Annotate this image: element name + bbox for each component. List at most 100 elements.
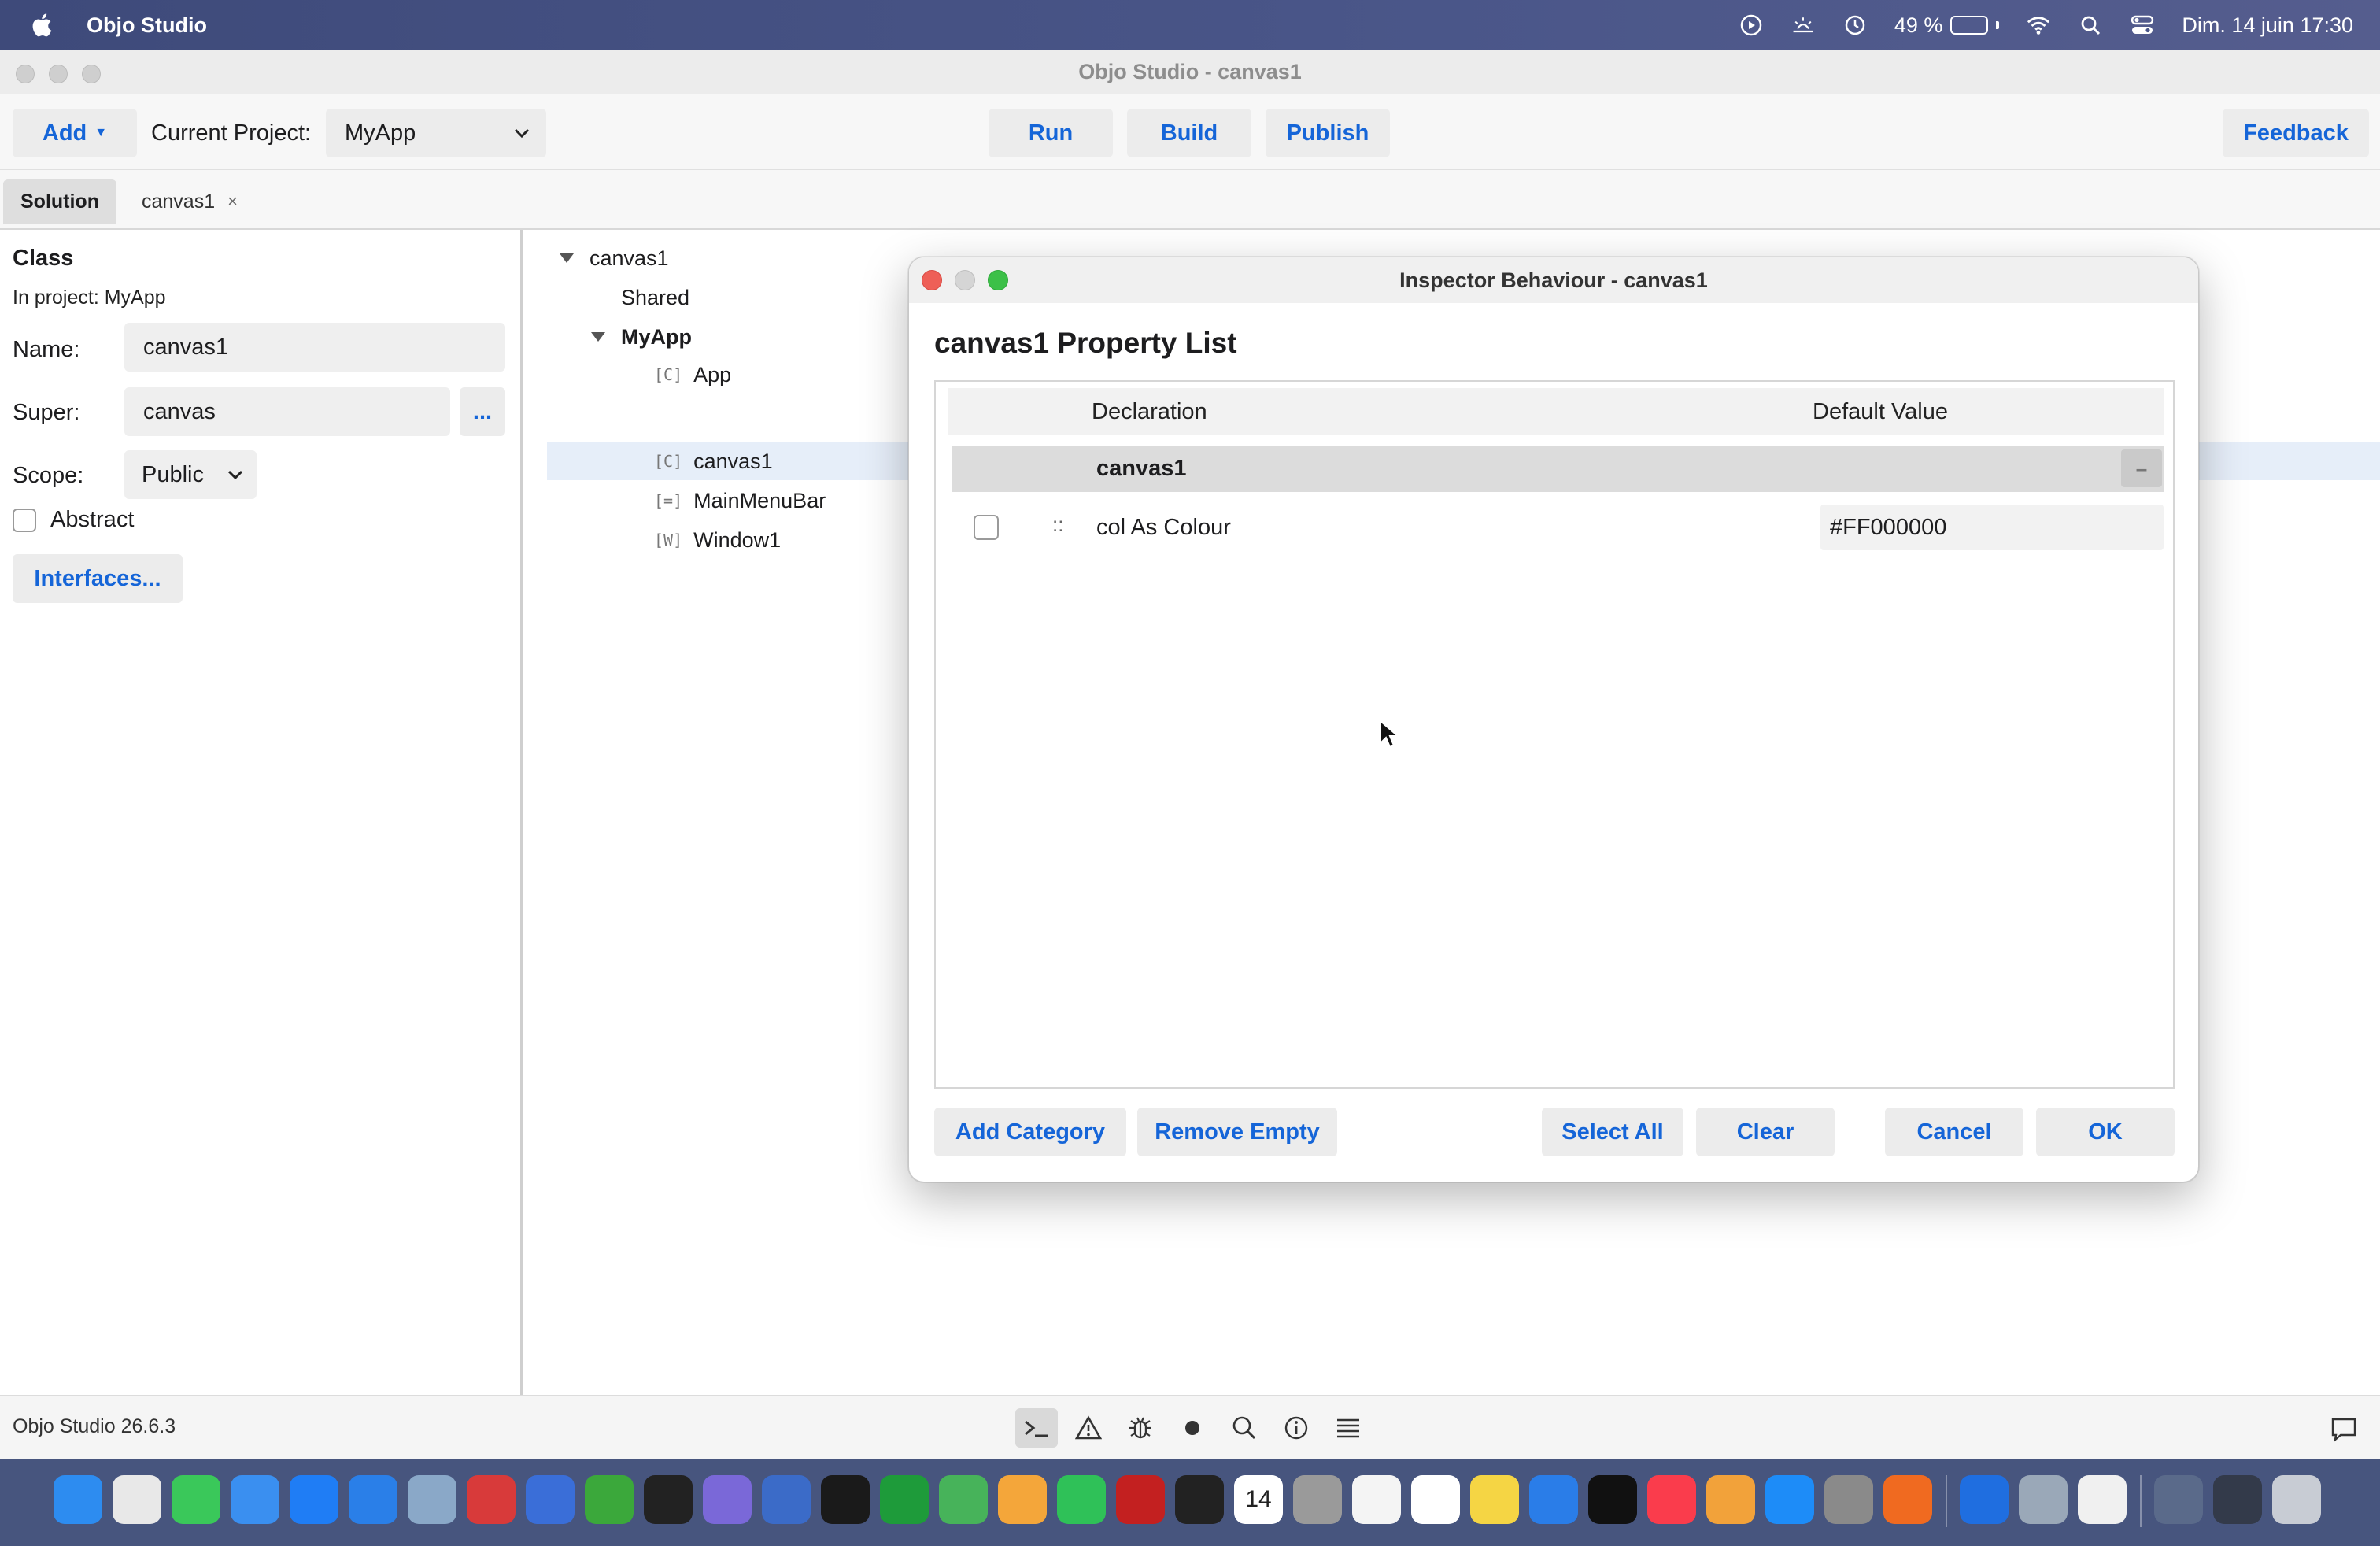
add-category-button[interactable]: Add Category — [934, 1108, 1126, 1156]
play-circle-icon[interactable] — [1739, 13, 1764, 38]
dock-chatgpt-icon[interactable] — [821, 1475, 870, 1524]
dock-objo-icon[interactable] — [703, 1475, 752, 1524]
dialog-titlebar[interactable]: Inspector Behaviour - canvas1 — [909, 257, 2198, 303]
dock-textedit-icon[interactable] — [1411, 1475, 1460, 1524]
ok-button[interactable]: OK — [2036, 1108, 2175, 1156]
property-declaration[interactable]: col As Colour — [1096, 515, 1231, 541]
disclosure-triangle-icon[interactable] — [560, 253, 574, 263]
publish-button[interactable]: Publish — [1266, 109, 1390, 157]
dock-music-icon[interactable] — [1647, 1475, 1696, 1524]
dock-tv-icon[interactable] — [1588, 1475, 1637, 1524]
menu-app-name[interactable]: Objo Studio — [87, 13, 207, 38]
dock-activity-monitor-icon[interactable] — [1175, 1475, 1224, 1524]
property-checkbox[interactable] — [974, 515, 999, 540]
property-default-value-field[interactable]: #FF000000 — [1820, 505, 2164, 550]
dock-network-radar-icon[interactable] — [762, 1475, 811, 1524]
scope-select[interactable]: Public — [124, 450, 257, 499]
property-row[interactable]: :: col As Colour #FF000000 — [952, 505, 2164, 550]
time-machine-icon[interactable] — [1842, 13, 1868, 38]
remove-empty-button[interactable]: Remove Empty — [1137, 1108, 1337, 1156]
build-button[interactable]: Build — [1127, 109, 1251, 157]
dock-filezilla-icon[interactable] — [1116, 1475, 1165, 1524]
super-browse-button[interactable]: ... — [460, 387, 505, 436]
dock-reminders-icon[interactable] — [1352, 1475, 1401, 1524]
dock-photos-icon[interactable] — [998, 1475, 1047, 1524]
battery-indicator[interactable]: 49 % — [1894, 13, 2000, 38]
list-icon[interactable] — [1327, 1408, 1369, 1448]
dock-system-settings-icon[interactable] — [1824, 1475, 1873, 1524]
dock-terminal-icon[interactable] — [644, 1475, 693, 1524]
record-icon[interactable] — [1171, 1408, 1214, 1448]
dock-app-store-icon[interactable] — [1765, 1475, 1814, 1524]
dock-safari-icon[interactable] — [290, 1475, 338, 1524]
tree-item[interactable]: [W] Window1 — [654, 521, 781, 559]
collapse-category-button[interactable]: – — [2121, 449, 2162, 487]
disclosure-triangle-icon[interactable] — [591, 332, 605, 342]
dock-firefox-icon[interactable] — [1883, 1475, 1932, 1524]
drag-handle-icon[interactable]: :: — [1052, 512, 1063, 537]
dock-freeform-icon[interactable] — [1529, 1475, 1578, 1524]
interfaces-button[interactable]: Interfaces... — [13, 554, 183, 603]
tree-node-root[interactable]: canvas1 — [560, 239, 669, 277]
abstract-checkbox[interactable] — [13, 508, 36, 532]
project-select[interactable]: MyApp — [326, 109, 546, 157]
dock-maps-icon[interactable] — [939, 1475, 988, 1524]
dock-notes-icon[interactable] — [1470, 1475, 1519, 1524]
column-header-default-value[interactable]: Default Value — [1813, 399, 1948, 425]
dock-document-icon[interactable] — [2078, 1475, 2127, 1524]
info-icon[interactable] — [1275, 1408, 1318, 1448]
dock-package-icon[interactable] — [526, 1475, 575, 1524]
dialog-zoom-button[interactable] — [988, 270, 1008, 290]
dialog-minimize-button[interactable] — [955, 270, 975, 290]
dock-numbers-icon[interactable] — [880, 1475, 929, 1524]
dock-facetime-icon[interactable] — [1057, 1475, 1106, 1524]
window-titlebar[interactable]: Objo Studio - canvas1 — [0, 50, 2380, 94]
close-window-button[interactable] — [16, 65, 35, 83]
tree-node-shared[interactable]: Shared — [621, 279, 689, 316]
tree-item[interactable]: [=] MainMenuBar — [654, 482, 826, 520]
dock-disk-utility-icon[interactable] — [2019, 1475, 2068, 1524]
zoom-window-button[interactable] — [82, 65, 101, 83]
spotlight-icon[interactable] — [2078, 13, 2103, 38]
wifi-icon[interactable] — [2026, 13, 2051, 38]
dock-preview-icon[interactable] — [408, 1475, 456, 1524]
warning-icon[interactable] — [1067, 1408, 1110, 1448]
dock-contacts-icon[interactable] — [1293, 1475, 1342, 1524]
tab-solution[interactable]: Solution — [3, 179, 116, 224]
control-center-icon[interactable] — [2130, 13, 2155, 38]
select-all-button[interactable]: Select All — [1542, 1108, 1683, 1156]
dock-textwrangler-icon[interactable] — [467, 1475, 516, 1524]
search-icon[interactable] — [1223, 1408, 1266, 1448]
chat-icon[interactable] — [2330, 1415, 2358, 1444]
menu-clock[interactable]: Dim. 14 juin 17:30 — [2182, 13, 2353, 38]
super-field[interactable]: canvas — [124, 387, 450, 436]
dock-xcode-icon[interactable] — [349, 1475, 397, 1524]
dock-xbox-icon[interactable] — [585, 1475, 634, 1524]
column-header-declaration[interactable]: Declaration — [1092, 399, 1207, 425]
tab-canvas1[interactable]: canvas1 × — [142, 179, 238, 224]
apple-icon[interactable] — [30, 12, 57, 39]
category-row[interactable]: canvas1 – — [952, 446, 2164, 492]
dock-messages-icon[interactable] — [172, 1475, 220, 1524]
dialog-close-button[interactable] — [922, 270, 942, 290]
sunrise-icon[interactable] — [1791, 13, 1816, 38]
dock-xcode-beta-icon[interactable] — [1960, 1475, 2009, 1524]
terminal-icon[interactable] — [1015, 1408, 1058, 1448]
dock-stack-icon[interactable] — [2213, 1475, 2262, 1524]
dock-trash-icon[interactable] — [2272, 1475, 2321, 1524]
cancel-button[interactable]: Cancel — [1885, 1108, 2023, 1156]
add-menu-button[interactable]: Add ▼ — [13, 109, 137, 157]
clear-button[interactable]: Clear — [1696, 1108, 1835, 1156]
dock-mail-icon[interactable] — [231, 1475, 279, 1524]
feedback-button[interactable]: Feedback — [2223, 109, 2369, 157]
name-field[interactable]: canvas1 — [124, 323, 505, 372]
minimize-window-button[interactable] — [49, 65, 68, 83]
dock-calendar-icon[interactable]: 14 — [1234, 1475, 1283, 1524]
tree-item-selected[interactable]: [C] canvas1 — [654, 442, 773, 480]
dock-downloads-icon[interactable] — [2154, 1475, 2203, 1524]
run-button[interactable]: Run — [989, 109, 1113, 157]
dock-pages-icon[interactable] — [1706, 1475, 1755, 1524]
tree-item[interactable]: [C] App — [654, 356, 731, 394]
tree-node-group[interactable]: MyApp — [591, 318, 692, 356]
dock-finder-icon[interactable] — [54, 1475, 102, 1524]
